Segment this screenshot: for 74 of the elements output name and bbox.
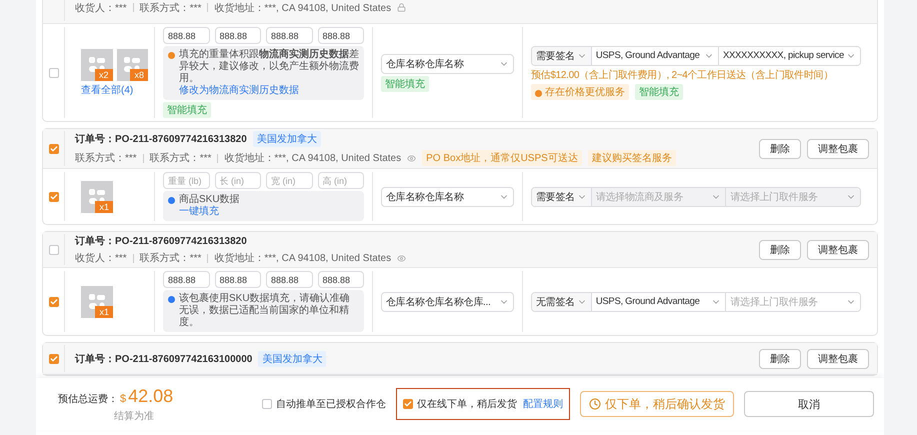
settlement-note: 结算为准 bbox=[113, 410, 155, 422]
checkbox[interactable] bbox=[48, 296, 58, 306]
checkbox[interactable] bbox=[48, 192, 58, 202]
meta-text: 联系方式：*** bbox=[150, 152, 212, 165]
info-icon bbox=[168, 296, 175, 303]
view-all-link[interactable]: 查看全部(4) bbox=[81, 82, 148, 96]
warehouse-select[interactable]: 仓库名称仓库名称 bbox=[381, 186, 514, 206]
checkbox[interactable] bbox=[262, 399, 272, 409]
smart-fill-tag: 智能填充 bbox=[635, 84, 683, 100]
order-number: 订单号：PO-211-87609774216313820 bbox=[75, 132, 247, 146]
route-tag: 美国发加拿大 bbox=[252, 131, 321, 147]
dimension-field[interactable]: 重量 (lb) bbox=[163, 172, 210, 189]
eye-icon[interactable] bbox=[407, 154, 416, 162]
dimension-field[interactable]: 888.88 bbox=[318, 27, 364, 44]
checkbox[interactable] bbox=[48, 68, 58, 78]
delete-button[interactable]: 删除 bbox=[759, 138, 801, 158]
dimension-field[interactable]: 888.88 bbox=[266, 271, 312, 288]
checkbox[interactable] bbox=[48, 354, 58, 364]
better-price-tag: 存在价格更优服务 bbox=[531, 84, 629, 100]
quantity-badge: x1 bbox=[95, 306, 113, 318]
meta-text: 联系方式：*** bbox=[140, 252, 202, 265]
checkbox[interactable] bbox=[403, 399, 413, 409]
adjust-package-button[interactable]: 调整包裹 bbox=[807, 240, 869, 260]
estimate-text: 预估$12.00（含上门取件费用）, 2~4个工作日送达（含上门取件时间） bbox=[531, 68, 834, 82]
warning-icon bbox=[168, 52, 175, 59]
info-icon bbox=[168, 197, 175, 204]
online-only-label: 仅在线下单，稍后发货 bbox=[417, 398, 517, 411]
meta-text: 联系方式：*** bbox=[140, 2, 202, 14]
auto-push-label: 自动推单至已授权合作仓 bbox=[276, 398, 386, 411]
fill-link[interactable]: 修改为物流商实测历史数据 bbox=[179, 85, 299, 97]
notice-text: 商品SKU数据 bbox=[179, 194, 240, 206]
checkbox[interactable] bbox=[48, 244, 58, 254]
smart-fill-tag: 智能填充 bbox=[163, 102, 211, 118]
meta-text: 收货地址：***, CA 94108, United States bbox=[224, 152, 402, 165]
checkbox[interactable] bbox=[48, 144, 58, 154]
dimension-field[interactable]: 高 (in) bbox=[318, 172, 364, 189]
total-amount: 42.08 bbox=[128, 386, 174, 406]
config-rules-link[interactable]: 配置规则 bbox=[523, 397, 563, 411]
warehouse-select[interactable]: 仓库名称仓库名称 bbox=[381, 54, 514, 74]
quantity-badge: x2 bbox=[94, 68, 112, 80]
dimension-field[interactable]: 888.88 bbox=[163, 271, 210, 288]
notice-text: 填充的重量体积跟物流商实测历史数据差异较大，建议修改，以免产生额外物流费用。 bbox=[179, 49, 359, 84]
quantity-badge: x8 bbox=[130, 68, 148, 80]
dimension-field[interactable]: 宽 (in) bbox=[266, 172, 312, 189]
delete-button[interactable]: 删除 bbox=[759, 348, 801, 368]
adjust-package-button[interactable]: 调整包裹 bbox=[807, 348, 869, 368]
route-tag: 美国发加拿大 bbox=[258, 350, 326, 366]
total-label: 预估总运费： bbox=[58, 392, 118, 406]
dimension-field[interactable]: 888.88 bbox=[163, 27, 210, 44]
currency-symbol: $ bbox=[120, 392, 126, 404]
warehouse-select[interactable]: 仓库名称仓库名称仓库... bbox=[381, 292, 514, 312]
notice-text: 该包裹使用SKU数据填充，请确认准确无误，数据已适配当前国家的单位和精度。 bbox=[179, 293, 351, 329]
order-number: 订单号：PO-211-876097742163100000 bbox=[75, 352, 252, 366]
warning-tag: PO Box地址，通常仅USPS可送达 bbox=[422, 150, 582, 166]
dimension-field[interactable]: 888.88 bbox=[214, 271, 261, 288]
dimension-field[interactable]: 888.88 bbox=[214, 27, 261, 44]
delete-button[interactable]: 删除 bbox=[759, 240, 801, 260]
meta-text: 联系方式：*** bbox=[75, 152, 137, 165]
adjust-package-button[interactable]: 调整包裹 bbox=[807, 138, 869, 158]
warning-tag: 建议购买签名服务 bbox=[588, 150, 676, 166]
dimension-field[interactable]: 长 (in) bbox=[214, 172, 261, 189]
meta-text: 收货地址：***, CA 94108, United States bbox=[214, 252, 392, 265]
clock-icon bbox=[589, 398, 601, 410]
eye-icon[interactable] bbox=[397, 254, 406, 262]
meta-text: 收货地址：***, CA 94108, United States bbox=[214, 2, 392, 14]
cancel-button[interactable]: 取消 bbox=[744, 391, 874, 417]
smart-fill-tag: 智能填充 bbox=[381, 76, 429, 92]
quantity-badge: x1 bbox=[95, 200, 113, 212]
order-number: 订单号：PO-211-87609774216313820 bbox=[75, 234, 247, 248]
dimension-field[interactable]: 888.88 bbox=[318, 271, 364, 288]
fill-link[interactable]: 一键填充 bbox=[179, 206, 219, 218]
dimension-field[interactable]: 888.88 bbox=[266, 27, 312, 44]
meta-text: 收货人：*** bbox=[75, 252, 127, 265]
meta-text: 收货人：*** bbox=[75, 2, 127, 14]
